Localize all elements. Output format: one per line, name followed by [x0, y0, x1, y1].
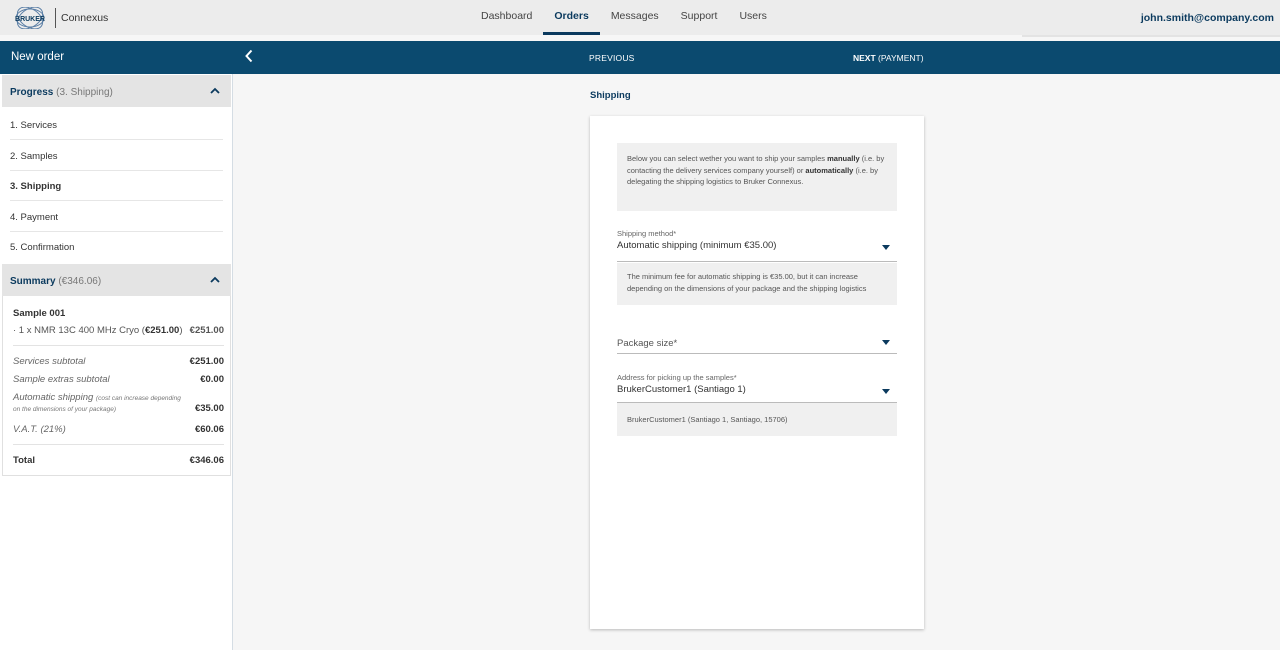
extras-subtotal-row: Sample extras subtotal €0.00: [13, 374, 224, 385]
pickup-address-note: BrukerCustomer1 (Santiago 1, Santiago, 1…: [617, 403, 897, 436]
bruker-logo-icon: BRUKER: [7, 7, 53, 29]
shipping-method-value: Automatic shipping (minimum €35.00): [617, 240, 777, 251]
order-toolbar: New order PREVIOUS NEXT (PAYMENT): [0, 41, 1280, 74]
sample-item: · 1 x NMR 13C 400 MHz Cryo (€251.00): [13, 325, 183, 336]
total-row: Total €346.06: [13, 455, 224, 466]
vat-label: V.A.T. (21%): [13, 424, 66, 435]
shipping-info-box: Below you can select wether you want to …: [617, 143, 897, 211]
chevron-up-icon[interactable]: [210, 86, 220, 96]
pickup-address-label: Address for picking up the samples*: [617, 373, 737, 382]
progress-title: Progress (3. Shipping): [10, 87, 113, 98]
nav-messages[interactable]: Messages: [600, 0, 670, 35]
next-button[interactable]: NEXT (PAYMENT): [853, 53, 924, 63]
shipping-cost-row: Automatic shipping (cost can increase de…: [13, 392, 224, 414]
user-menu[interactable]: john.smith@company.com: [1141, 12, 1274, 24]
sample-name: Sample 001: [13, 308, 66, 319]
chevron-up-icon[interactable]: [210, 275, 220, 285]
next-button-label: NEXT: [853, 53, 876, 63]
summary-header[interactable]: Summary (€346.06): [2, 264, 231, 296]
vat-value: €60.06: [194, 424, 224, 435]
section-title: Shipping: [590, 90, 631, 101]
order-sidebar: Progress (3. Shipping) 1. Services 2. Sa…: [0, 74, 233, 650]
summary-divider: [13, 345, 224, 346]
dropdown-caret-icon[interactable]: [882, 245, 890, 250]
brand-logo[interactable]: BRUKER Connexus: [7, 6, 108, 30]
step-samples[interactable]: 2. Samples: [10, 140, 223, 171]
shipping-cost-label: Automatic shipping (cost can increase de…: [13, 392, 181, 413]
chevron-left-icon[interactable]: [244, 49, 254, 66]
package-size-label: Package size*: [617, 338, 678, 349]
nav-users[interactable]: Users: [728, 0, 777, 35]
shipping-cost-value: €35.00: [194, 403, 224, 414]
extras-subtotal-label: Sample extras subtotal: [13, 374, 110, 385]
summary-divider: [13, 444, 224, 445]
main-nav: Dashboard Orders Messages Support Users: [481, 0, 778, 35]
total-label: Total: [13, 455, 35, 466]
package-size-select[interactable]: Package size*: [617, 336, 897, 354]
sample-item-row: · 1 x NMR 13C 400 MHz Cryo (€251.00) €25…: [13, 325, 224, 336]
page-title: New order: [11, 51, 65, 63]
vat-row: V.A.T. (21%) €60.06: [13, 424, 224, 435]
pickup-address-select[interactable]: Address for picking up the samples* Bruk…: [617, 373, 897, 403]
dropdown-caret-icon[interactable]: [882, 389, 890, 394]
pickup-address-value: BrukerCustomer1 (Santiago 1): [617, 384, 746, 395]
step-services[interactable]: 1. Services: [10, 109, 223, 140]
step-payment[interactable]: 4. Payment: [10, 201, 223, 232]
services-subtotal-value: €251.00: [189, 356, 224, 367]
total-value: €346.06: [189, 455, 224, 466]
nav-support[interactable]: Support: [670, 0, 729, 35]
brand-name: Connexus: [61, 12, 109, 24]
services-subtotal-label: Services subtotal: [13, 356, 86, 367]
field-underline: [617, 261, 897, 262]
nav-dashboard[interactable]: Dashboard: [481, 0, 543, 35]
sample-item-total: €251.00: [189, 325, 224, 336]
brand-mark-text: BRUKER: [15, 16, 45, 23]
step-shipping[interactable]: 3. Shipping: [10, 170, 223, 201]
logo-divider: [55, 8, 56, 28]
summary-panel: Sample 001 · 1 x NMR 13C 400 MHz Cryo (€…: [2, 296, 231, 476]
next-button-step: (PAYMENT): [875, 53, 924, 63]
shipping-card: Below you can select wether you want to …: [590, 116, 924, 629]
progress-header[interactable]: Progress (3. Shipping): [2, 75, 231, 107]
summary-title: Summary (€346.06): [10, 276, 102, 287]
shipping-method-label: Shipping method*: [617, 229, 677, 238]
shipping-method-note: The minimum fee for automatic shipping i…: [617, 263, 897, 305]
dropdown-caret-icon[interactable]: [882, 340, 890, 345]
field-underline: [617, 353, 897, 354]
shipping-method-select[interactable]: Shipping method* Automatic shipping (min…: [617, 229, 897, 262]
previous-button[interactable]: PREVIOUS: [589, 53, 635, 63]
top-navigation: BRUKER Connexus Dashboard Orders Message…: [0, 0, 1280, 35]
sample-name-row: Sample 001: [13, 308, 224, 319]
step-confirmation[interactable]: 5. Confirmation: [10, 231, 223, 262]
user-menu-underline: [1022, 35, 1280, 37]
services-subtotal-row: Services subtotal €251.00: [13, 356, 224, 367]
nav-orders[interactable]: Orders: [543, 0, 600, 35]
extras-subtotal-value: €0.00: [200, 374, 224, 385]
